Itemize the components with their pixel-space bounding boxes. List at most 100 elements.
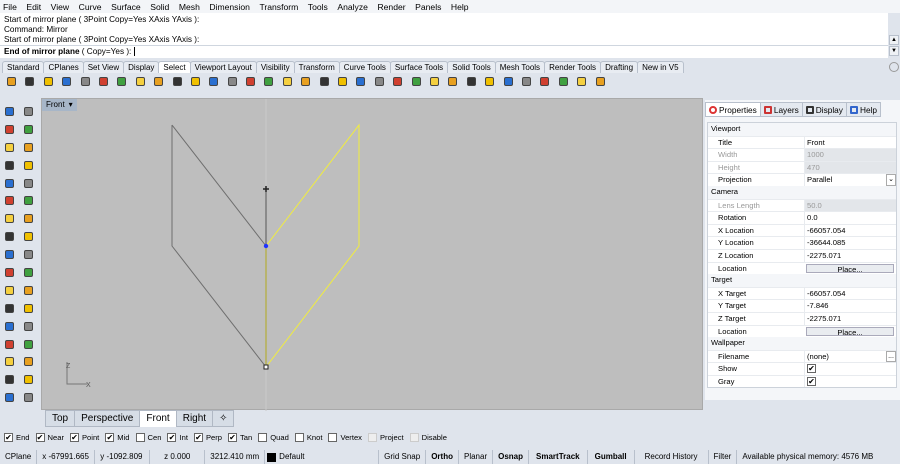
gray-checkbox[interactable]: ✔ bbox=[807, 376, 816, 386]
menu-solid[interactable]: Solid bbox=[150, 2, 169, 12]
tab-select[interactable]: Select bbox=[158, 61, 191, 73]
checkbox-project[interactable] bbox=[367, 433, 377, 442]
osnap-tan[interactable]: ✔ Tan bbox=[227, 433, 252, 442]
osnap-project[interactable]: Project bbox=[367, 433, 404, 442]
rectangle-icon[interactable] bbox=[21, 158, 36, 173]
property-value[interactable]: Parallel bbox=[804, 174, 886, 186]
tab-curve-tools[interactable]: Curve Tools bbox=[338, 61, 391, 73]
property-value[interactable]: Front bbox=[804, 136, 896, 149]
property-value[interactable]: -66057.054 bbox=[804, 224, 896, 237]
select-arrow-icon[interactable] bbox=[2, 104, 17, 119]
select-surfaces-icon[interactable] bbox=[59, 74, 74, 89]
select-bad-icon[interactable] bbox=[445, 74, 460, 89]
select-search-icon[interactable] bbox=[574, 74, 589, 89]
checkbox-int[interactable]: ✔ bbox=[167, 433, 177, 442]
sphere-icon[interactable] bbox=[21, 211, 36, 226]
smarttrack-toggle[interactable]: SmartTrack bbox=[529, 450, 588, 464]
tab-visibility[interactable]: Visibility bbox=[255, 61, 295, 73]
tab-drafting[interactable]: Drafting bbox=[600, 61, 639, 73]
menu-transform[interactable]: Transform bbox=[259, 2, 298, 12]
osnap-near[interactable]: ✔ Near bbox=[35, 433, 64, 442]
select-details-icon[interactable] bbox=[427, 74, 442, 89]
osnap-mid[interactable]: ✔ Mid bbox=[105, 433, 130, 442]
viewport-tab-right[interactable]: Right bbox=[175, 410, 214, 427]
tab-solid-tools[interactable]: Solid Tools bbox=[447, 61, 496, 73]
select-render-icon[interactable] bbox=[537, 74, 552, 89]
select-polycurves-icon[interactable] bbox=[78, 74, 93, 89]
select-planar-icon[interactable] bbox=[372, 74, 387, 89]
osnap-quad[interactable]: Quad bbox=[258, 433, 289, 442]
tab-new-in-v5[interactable]: New in V5 bbox=[637, 61, 684, 73]
circle-icon[interactable] bbox=[2, 140, 17, 155]
checkbox-vertex[interactable] bbox=[328, 433, 338, 442]
osnap-disable[interactable]: Disable bbox=[409, 433, 447, 442]
tab-surface-tools[interactable]: Surface Tools bbox=[389, 61, 449, 73]
osnap-point[interactable]: ✔ Point bbox=[69, 433, 99, 442]
ortho-toggle[interactable]: Ortho bbox=[426, 450, 459, 464]
select-filter-icon[interactable] bbox=[593, 74, 608, 89]
checkbox-tan[interactable]: ✔ bbox=[227, 433, 237, 442]
gumball-toggle[interactable]: Gumball bbox=[588, 450, 635, 464]
command-options[interactable]: ( Copy=Yes ): bbox=[80, 47, 132, 56]
select-brush-icon[interactable] bbox=[556, 74, 571, 89]
mesh-icon[interactable] bbox=[21, 229, 36, 244]
select-hatches-icon[interactable] bbox=[261, 74, 276, 89]
select-sphere-icon[interactable] bbox=[482, 74, 497, 89]
trim-icon[interactable] bbox=[2, 265, 17, 280]
select-point-clouds-icon[interactable] bbox=[22, 74, 37, 89]
projection-dropdown-chevron-icon[interactable]: ⌄ bbox=[886, 174, 896, 186]
select-blocks-icon[interactable] bbox=[114, 74, 129, 89]
property-value[interactable]: (none) bbox=[804, 350, 886, 363]
select-solid-icon[interactable] bbox=[335, 74, 350, 89]
command-line[interactable]: End of mirror plane ( Copy=Yes ): bbox=[0, 45, 888, 58]
checkbox-near[interactable]: ✔ bbox=[35, 433, 45, 442]
ellipse-icon[interactable] bbox=[21, 140, 36, 155]
property-value[interactable]: -7.846 bbox=[804, 300, 896, 312]
box-icon[interactable] bbox=[2, 211, 17, 226]
panel-tab-display[interactable]: Display bbox=[801, 102, 847, 117]
explode-icon[interactable] bbox=[21, 247, 36, 262]
scroll-down-button[interactable]: ▼ bbox=[889, 46, 899, 56]
menu-file[interactable]: File bbox=[3, 2, 17, 12]
tab-standard[interactable]: Standard bbox=[2, 61, 45, 73]
tab-cplanes[interactable]: CPlanes bbox=[43, 61, 84, 73]
menu-panels[interactable]: Panels bbox=[415, 2, 441, 12]
select-clipping-icon[interactable] bbox=[298, 74, 313, 89]
place-button[interactable]: Place... bbox=[806, 326, 894, 336]
select-curves-icon[interactable] bbox=[41, 74, 56, 89]
select-annotations-icon[interactable] bbox=[243, 74, 258, 89]
select-meshes-icon[interactable] bbox=[170, 74, 185, 89]
select-lights-icon[interactable] bbox=[96, 74, 111, 89]
viewport-canvas[interactable]: Z X bbox=[42, 99, 704, 411]
filter-button[interactable]: Filter bbox=[709, 450, 738, 464]
osnap-knot[interactable]: Knot bbox=[294, 433, 322, 442]
polygon-icon[interactable] bbox=[2, 176, 17, 191]
checkbox-end[interactable]: ✔ bbox=[4, 433, 13, 442]
osnap-int[interactable]: ✔ Int bbox=[167, 433, 188, 442]
select-light-icon[interactable] bbox=[519, 74, 534, 89]
surface-corner-icon[interactable] bbox=[2, 193, 17, 208]
property-value[interactable]: -36644.085 bbox=[804, 237, 896, 249]
menu-mesh[interactable]: Mesh bbox=[179, 2, 200, 12]
select-open-poly-icon[interactable] bbox=[353, 74, 368, 89]
cplane-label[interactable]: CPlane bbox=[0, 450, 38, 464]
property-value[interactable]: 0.0 bbox=[804, 212, 896, 224]
osnap-toggle[interactable]: Osnap bbox=[493, 450, 530, 464]
scale-icon[interactable] bbox=[21, 319, 36, 334]
select-mesh-icon[interactable] bbox=[390, 74, 405, 89]
polyline-icon[interactable] bbox=[2, 122, 17, 137]
osnap-cen[interactable]: Cen bbox=[135, 433, 161, 442]
grid-icon[interactable] bbox=[2, 372, 17, 387]
select-dims-icon[interactable] bbox=[280, 74, 295, 89]
panel-tab-layers[interactable]: Layers bbox=[759, 102, 803, 117]
text-icon[interactable] bbox=[2, 319, 17, 334]
checkbox-disable[interactable] bbox=[409, 433, 419, 442]
viewport-tab-perspective[interactable]: Perspective bbox=[74, 410, 141, 427]
extrude-icon[interactable] bbox=[2, 229, 17, 244]
ruler-icon[interactable] bbox=[21, 372, 36, 387]
browse-button[interactable]: ... bbox=[886, 350, 896, 363]
blend-icon[interactable] bbox=[21, 301, 36, 316]
select-spiral-icon[interactable] bbox=[409, 74, 424, 89]
boolean-icon[interactable] bbox=[2, 247, 17, 262]
osnap-end[interactable]: ✔ End bbox=[4, 433, 30, 442]
